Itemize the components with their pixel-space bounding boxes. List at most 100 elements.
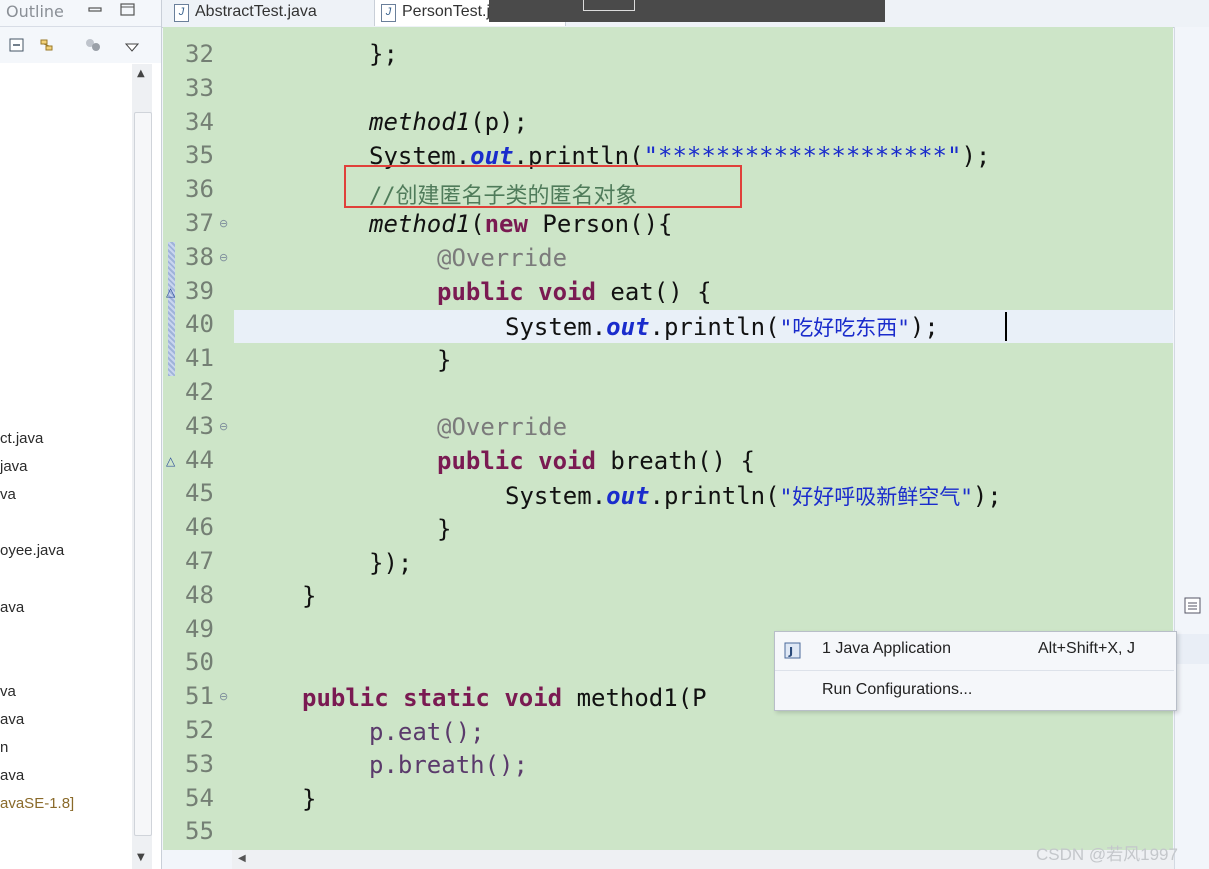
fold-icon[interactable]: ⊖ bbox=[219, 420, 228, 433]
line-number: 55 bbox=[185, 817, 214, 846]
keyword: new bbox=[484, 210, 528, 238]
line-number: 54 bbox=[185, 783, 214, 812]
line-number: 50 bbox=[185, 648, 214, 677]
outline-scroll-thumb[interactable] bbox=[134, 112, 152, 836]
code-text: } bbox=[302, 785, 317, 813]
code-text: ); bbox=[972, 482, 1002, 510]
code-text: breath() { bbox=[610, 447, 755, 475]
keyword: void bbox=[538, 447, 596, 475]
keyword: public bbox=[437, 447, 524, 475]
filter-icon[interactable] bbox=[84, 37, 100, 53]
code-text: .println( bbox=[649, 313, 780, 341]
code-line-45: System.out.println("好好呼吸新鲜空气"); bbox=[505, 481, 1002, 511]
collapse-all-icon[interactable] bbox=[9, 37, 25, 53]
scroll-down-icon[interactable]: ▼ bbox=[137, 852, 145, 863]
keyword: public bbox=[302, 684, 389, 712]
line-number: 37 bbox=[185, 209, 214, 237]
line-number: 53 bbox=[185, 749, 214, 778]
line-number: 34 bbox=[185, 107, 214, 136]
code-line-46: } bbox=[437, 515, 451, 543]
code-line-51: public static void method1(P bbox=[302, 684, 707, 712]
link-with-editor-icon[interactable] bbox=[38, 36, 54, 52]
code-line-38: @Override bbox=[437, 244, 567, 272]
line-number: 42 bbox=[185, 378, 214, 406]
code-line-40: System.out.println("吃好吃东西"); bbox=[505, 312, 939, 342]
field-out: out bbox=[606, 313, 650, 341]
right-trim-highlight bbox=[1175, 634, 1209, 664]
line-number: 35 bbox=[185, 141, 214, 170]
code-text: p.eat(); bbox=[369, 718, 485, 746]
code-line-47: }); bbox=[369, 549, 412, 577]
line-number: 48 bbox=[185, 580, 214, 609]
outline-item[interactable]: ava bbox=[0, 599, 24, 616]
outline-view-icon[interactable] bbox=[1184, 597, 1202, 615]
minimize-icon[interactable] bbox=[88, 3, 102, 15]
code-line-52: p.eat(); bbox=[369, 718, 485, 746]
line-number: 49 bbox=[185, 614, 214, 643]
svg-text:J: J bbox=[788, 645, 793, 658]
code-text: method1(P bbox=[576, 684, 707, 712]
code-text: ); bbox=[909, 313, 939, 341]
code-line-37: method1(new Person(){ bbox=[369, 210, 672, 238]
outline-item[interactable]: va bbox=[0, 486, 16, 503]
line-number: 41 bbox=[185, 344, 214, 373]
line-number: 33 bbox=[185, 73, 214, 102]
tab-abstract-test[interactable]: J AbstractTest.java bbox=[168, 0, 368, 26]
code-text: } bbox=[437, 515, 452, 543]
code-line-39: public void eat() { bbox=[437, 278, 712, 306]
line-number: 32 bbox=[185, 40, 214, 68]
override-marker-icon[interactable]: △ bbox=[166, 285, 175, 299]
overlay-bar bbox=[489, 0, 885, 22]
highlight-box bbox=[344, 165, 742, 208]
menu-item-java-application[interactable]: J 1 Java Application Alt+Shift+X, J bbox=[775, 632, 1174, 670]
fold-icon[interactable]: ⊖ bbox=[219, 690, 228, 703]
maximize-icon[interactable] bbox=[120, 2, 136, 16]
outline-title[interactable]: Outline bbox=[6, 2, 64, 21]
line-number-gutter: 32 33 34 35 36 37 38 39 40 41 42 43 44 45 46 47 48 49 50 51… bbox=[175, 27, 230, 850]
line-number: 36 bbox=[185, 175, 214, 204]
outline-item[interactable]: avaSE-1.8] bbox=[0, 795, 74, 812]
outline-item[interactable]: va bbox=[0, 683, 16, 700]
keyword: static bbox=[403, 684, 490, 712]
outline-item[interactable]: ct.java bbox=[0, 430, 43, 447]
vertical-ruler bbox=[163, 27, 175, 850]
code-text: (p); bbox=[470, 108, 528, 136]
editor-hscrollbar[interactable] bbox=[232, 850, 1174, 869]
java-application-icon: J bbox=[784, 642, 801, 659]
menu-item-label: Run Configurations... bbox=[822, 681, 973, 698]
fold-icon[interactable]: ⊖ bbox=[219, 217, 228, 230]
code-text: Person(){ bbox=[527, 210, 673, 238]
fold-icon[interactable]: ⊖ bbox=[219, 251, 228, 264]
watermark: CSDN @若风1997 bbox=[1036, 845, 1178, 864]
code-line-44: public void breath() { bbox=[437, 447, 755, 475]
field-out: out bbox=[606, 482, 650, 510]
java-file-icon: J bbox=[381, 4, 396, 22]
outline-item[interactable]: ava bbox=[0, 711, 24, 728]
code-line-32: }; bbox=[369, 40, 398, 68]
scroll-up-icon[interactable]: ▲ bbox=[137, 68, 145, 79]
outline-item[interactable]: java bbox=[0, 458, 28, 475]
outline-item[interactable]: ava bbox=[0, 767, 24, 784]
outline-item[interactable]: n bbox=[0, 739, 8, 756]
menu-item-run-configurations[interactable]: Run Configurations... bbox=[775, 672, 1174, 710]
outline-toolbar bbox=[0, 27, 161, 63]
line-number: 38 bbox=[185, 242, 214, 271]
override-marker-icon[interactable]: △ bbox=[166, 454, 175, 468]
outline-item[interactable]: oyee.java bbox=[0, 542, 64, 559]
code-line-53: p.breath(); bbox=[369, 751, 528, 779]
run-as-menu: J 1 Java Application Alt+Shift+X, J Run … bbox=[774, 631, 1177, 711]
scroll-left-icon[interactable]: ◀ bbox=[238, 853, 246, 864]
java-file-icon: J bbox=[174, 4, 189, 22]
code-text: } bbox=[302, 582, 317, 610]
line-number: 39 bbox=[185, 276, 214, 305]
code-text: System. bbox=[505, 313, 607, 341]
line-number: 40 bbox=[185, 310, 214, 339]
menu-item-shortcut: Alt+Shift+X, J bbox=[1038, 640, 1135, 657]
string-literal: "吃好吃东西" bbox=[779, 316, 910, 340]
annotation: @Override bbox=[437, 244, 568, 272]
code-line-41: } bbox=[437, 346, 451, 374]
menu-item-label: 1 Java Application bbox=[822, 640, 951, 657]
method-call: method1 bbox=[369, 210, 471, 238]
view-menu-icon[interactable] bbox=[124, 37, 141, 53]
code-text: System. bbox=[505, 482, 607, 510]
